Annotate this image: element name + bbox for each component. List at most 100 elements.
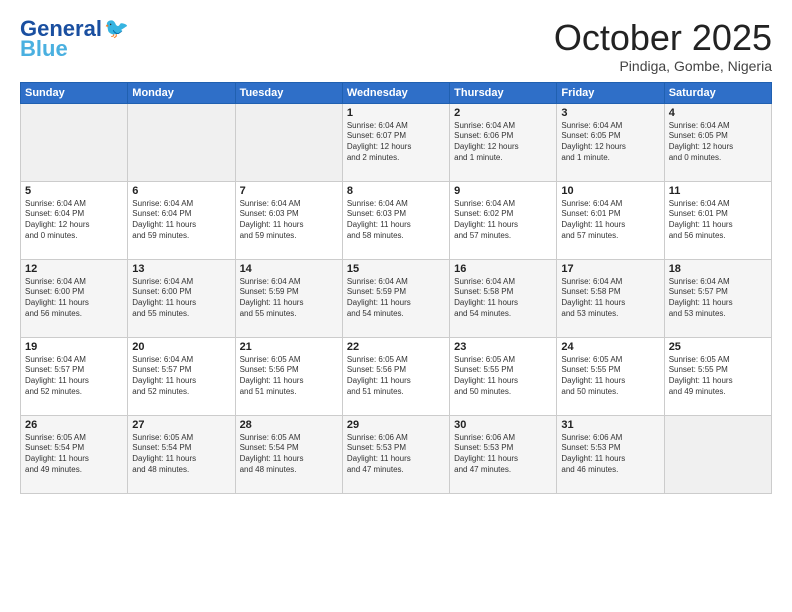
day-number: 20 (132, 341, 230, 353)
day-number: 12 (25, 263, 123, 275)
day-info: Sunrise: 6:04 AM Sunset: 5:57 PM Dayligh… (25, 355, 123, 398)
day-info: Sunrise: 6:04 AM Sunset: 5:58 PM Dayligh… (454, 277, 552, 320)
day-info: Sunrise: 6:05 AM Sunset: 5:55 PM Dayligh… (454, 355, 552, 398)
calendar-cell: 8 Sunrise: 6:04 AM Sunset: 6:03 PM Daylig… (342, 181, 449, 259)
day-number: 8 (347, 185, 445, 197)
day-number: 25 (669, 341, 767, 353)
week-row-4: 19 Sunrise: 6:04 AM Sunset: 5:57 PM Dayli… (21, 337, 772, 415)
calendar-cell: 10 Sunrise: 6:04 AM Sunset: 6:01 PM Dayli… (557, 181, 664, 259)
day-number: 13 (132, 263, 230, 275)
calendar-cell: 20Sunrise: 6:04 AM Sunset: 5:57 PM Dayli… (128, 337, 235, 415)
weekday-header-thursday: Thursday (450, 82, 557, 103)
week-row-1: 1 Sunrise: 6:04 AM Sunset: 6:07 PM Daylig… (21, 103, 772, 181)
day-info: Sunrise: 6:06 AM Sunset: 5:53 PM Dayligh… (454, 433, 552, 476)
day-info: Sunrise: 6:04 AM Sunset: 6:05 PM Dayligh… (561, 121, 659, 164)
day-info: Sunrise: 6:04 AM Sunset: 5:59 PM Dayligh… (240, 277, 338, 320)
calendar-cell: 7Sunrise: 6:04 AM Sunset: 6:03 PM Daylig… (235, 181, 342, 259)
day-number: 4 (669, 107, 767, 119)
day-number: 6 (132, 185, 230, 197)
day-info: Sunrise: 6:04 AM Sunset: 6:04 PM Dayligh… (132, 199, 230, 242)
day-info: Sunrise: 6:04 AM Sunset: 6:03 PM Dayligh… (347, 199, 445, 242)
day-info: Sunrise: 6:04 AM Sunset: 6:01 PM Dayligh… (561, 199, 659, 242)
page: General 🐦 Blue October 2025 Pindiga, Gom… (0, 0, 792, 612)
day-info: Sunrise: 6:05 AM Sunset: 5:56 PM Dayligh… (240, 355, 338, 398)
weekday-header-friday: Friday (557, 82, 664, 103)
calendar-cell: 29Sunrise: 6:06 AM Sunset: 5:53 PM Dayli… (342, 415, 449, 493)
calendar-cell: 24 Sunrise: 6:05 AM Sunset: 5:55 PM Dayli… (557, 337, 664, 415)
calendar-cell: 31 Sunrise: 6:06 AM Sunset: 5:53 PM Dayli… (557, 415, 664, 493)
logo-text-blue: Blue (20, 38, 68, 60)
day-info: Sunrise: 6:05 AM Sunset: 5:54 PM Dayligh… (132, 433, 230, 476)
logo: General 🐦 Blue (20, 18, 129, 60)
day-number: 26 (25, 419, 123, 431)
calendar-cell: 30 Sunrise: 6:06 AM Sunset: 5:53 PM Dayli… (450, 415, 557, 493)
location-subtitle: Pindiga, Gombe, Nigeria (554, 58, 772, 74)
day-number: 11 (669, 185, 767, 197)
day-number: 22 (347, 341, 445, 353)
weekday-header-saturday: Saturday (664, 82, 771, 103)
calendar-cell: 5Sunrise: 6:04 AM Sunset: 6:04 PM Daylig… (21, 181, 128, 259)
day-info: Sunrise: 6:06 AM Sunset: 5:53 PM Dayligh… (347, 433, 445, 476)
calendar-cell: 2 Sunrise: 6:04 AM Sunset: 6:06 PM Daylig… (450, 103, 557, 181)
day-info: Sunrise: 6:05 AM Sunset: 5:54 PM Dayligh… (240, 433, 338, 476)
calendar-cell: 11Sunrise: 6:04 AM Sunset: 6:01 PM Dayli… (664, 181, 771, 259)
day-info: Sunrise: 6:04 AM Sunset: 6:00 PM Dayligh… (25, 277, 123, 320)
calendar-cell: 16 Sunrise: 6:04 AM Sunset: 5:58 PM Dayli… (450, 259, 557, 337)
week-row-3: 12 Sunrise: 6:04 AM Sunset: 6:00 PM Dayli… (21, 259, 772, 337)
calendar-cell (664, 415, 771, 493)
calendar-cell: 28 Sunrise: 6:05 AM Sunset: 5:54 PM Dayli… (235, 415, 342, 493)
day-info: Sunrise: 6:04 AM Sunset: 5:58 PM Dayligh… (561, 277, 659, 320)
day-number: 7 (240, 185, 338, 197)
calendar-cell: 1 Sunrise: 6:04 AM Sunset: 6:07 PM Daylig… (342, 103, 449, 181)
logo-bird-icon: 🐦 (104, 19, 129, 39)
calendar-cell: 23 Sunrise: 6:05 AM Sunset: 5:55 PM Dayli… (450, 337, 557, 415)
day-info: Sunrise: 6:04 AM Sunset: 5:59 PM Dayligh… (347, 277, 445, 320)
day-number: 28 (240, 419, 338, 431)
day-info: Sunrise: 6:04 AM Sunset: 6:04 PM Dayligh… (25, 199, 123, 242)
calendar-cell: 6 Sunrise: 6:04 AM Sunset: 6:04 PM Daylig… (128, 181, 235, 259)
day-number: 3 (561, 107, 659, 119)
day-number: 16 (454, 263, 552, 275)
day-info: Sunrise: 6:04 AM Sunset: 6:07 PM Dayligh… (347, 121, 445, 164)
weekday-header-monday: Monday (128, 82, 235, 103)
day-number: 30 (454, 419, 552, 431)
title-block: October 2025 Pindiga, Gombe, Nigeria (554, 18, 772, 74)
calendar-cell: 22 Sunrise: 6:05 AM Sunset: 5:56 PM Dayli… (342, 337, 449, 415)
day-info: Sunrise: 6:05 AM Sunset: 5:56 PM Dayligh… (347, 355, 445, 398)
calendar-cell: 26 Sunrise: 6:05 AM Sunset: 5:54 PM Dayli… (21, 415, 128, 493)
day-info: Sunrise: 6:05 AM Sunset: 5:55 PM Dayligh… (561, 355, 659, 398)
calendar-cell: 25 Sunrise: 6:05 AM Sunset: 5:55 PM Dayli… (664, 337, 771, 415)
day-info: Sunrise: 6:05 AM Sunset: 5:55 PM Dayligh… (669, 355, 767, 398)
calendar-table: SundayMondayTuesdayWednesdayThursdayFrid… (20, 82, 772, 494)
week-row-2: 5Sunrise: 6:04 AM Sunset: 6:04 PM Daylig… (21, 181, 772, 259)
day-number: 24 (561, 341, 659, 353)
calendar-cell: 14Sunrise: 6:04 AM Sunset: 5:59 PM Dayli… (235, 259, 342, 337)
day-number: 15 (347, 263, 445, 275)
calendar-cell: 3 Sunrise: 6:04 AM Sunset: 6:05 PM Daylig… (557, 103, 664, 181)
calendar-cell (128, 103, 235, 181)
calendar-cell: 18Sunrise: 6:04 AM Sunset: 5:57 PM Dayli… (664, 259, 771, 337)
day-number: 10 (561, 185, 659, 197)
calendar-cell: 13Sunrise: 6:04 AM Sunset: 6:00 PM Dayli… (128, 259, 235, 337)
calendar-cell: 4 Sunrise: 6:04 AM Sunset: 6:05 PM Daylig… (664, 103, 771, 181)
calendar-cell: 9Sunrise: 6:04 AM Sunset: 6:02 PM Daylig… (450, 181, 557, 259)
calendar-cell: 21Sunrise: 6:05 AM Sunset: 5:56 PM Dayli… (235, 337, 342, 415)
day-number: 1 (347, 107, 445, 119)
weekday-header-tuesday: Tuesday (235, 82, 342, 103)
day-info: Sunrise: 6:04 AM Sunset: 6:06 PM Dayligh… (454, 121, 552, 164)
weekday-header-wednesday: Wednesday (342, 82, 449, 103)
day-number: 23 (454, 341, 552, 353)
calendar-cell: 19 Sunrise: 6:04 AM Sunset: 5:57 PM Dayli… (21, 337, 128, 415)
calendar-cell: 27Sunrise: 6:05 AM Sunset: 5:54 PM Dayli… (128, 415, 235, 493)
day-info: Sunrise: 6:06 AM Sunset: 5:53 PM Dayligh… (561, 433, 659, 476)
day-number: 19 (25, 341, 123, 353)
day-info: Sunrise: 6:04 AM Sunset: 6:02 PM Dayligh… (454, 199, 552, 242)
calendar-cell (235, 103, 342, 181)
day-number: 31 (561, 419, 659, 431)
weekday-header-row: SundayMondayTuesdayWednesdayThursdayFrid… (21, 82, 772, 103)
calendar-cell: 12 Sunrise: 6:04 AM Sunset: 6:00 PM Dayli… (21, 259, 128, 337)
day-number: 2 (454, 107, 552, 119)
day-info: Sunrise: 6:04 AM Sunset: 6:05 PM Dayligh… (669, 121, 767, 164)
week-row-5: 26 Sunrise: 6:05 AM Sunset: 5:54 PM Dayli… (21, 415, 772, 493)
day-info: Sunrise: 6:05 AM Sunset: 5:54 PM Dayligh… (25, 433, 123, 476)
